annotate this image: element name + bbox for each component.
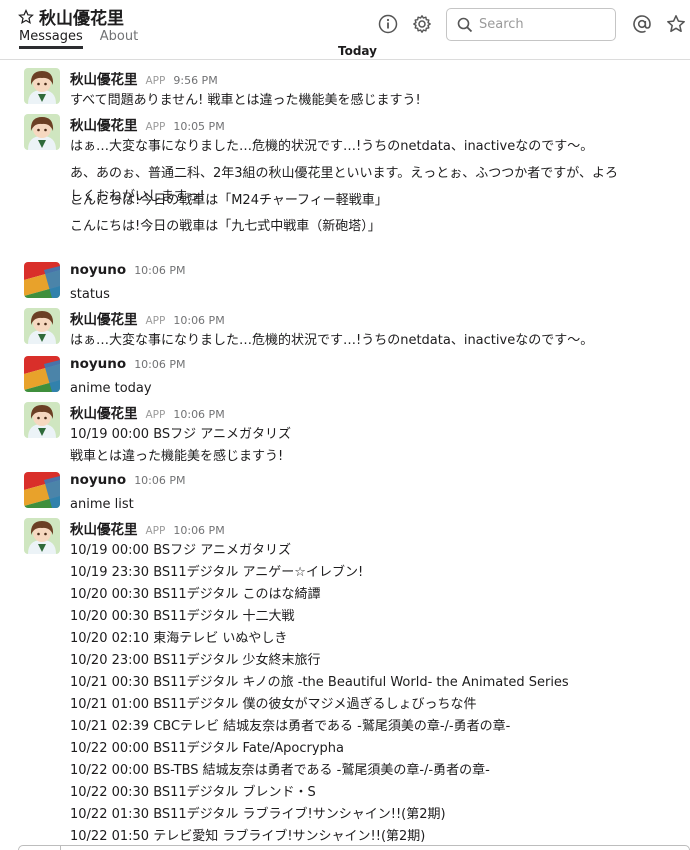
message-line: すべて問題ありません! 戦車とは違った機能美を感じますう! [70, 93, 421, 108]
message-line: status [70, 287, 110, 302]
title-row: 秋山優花里 [18, 4, 124, 29]
sender-name[interactable]: noyuno [70, 472, 126, 488]
avatar[interactable] [24, 356, 60, 392]
message-header: noyuno 10:06 PM [70, 356, 186, 372]
app-badge: APP [145, 409, 166, 421]
star-outline-icon[interactable] [666, 14, 686, 34]
timestamp[interactable]: 10:06 PM [173, 524, 224, 537]
avatar[interactable] [24, 308, 60, 344]
message-line: 10/20 23:00 BS11デジタル 少女終末旅行 [70, 653, 321, 668]
tab-bar: Messages About [19, 29, 155, 49]
message-body: anime list [70, 494, 134, 516]
timestamp[interactable]: 9:56 PM [173, 74, 217, 87]
avatar-image [24, 472, 60, 508]
message-line: 10/21 02:39 CBCテレビ 結城友奈は勇者である -鷲尾須美の章-/-… [70, 719, 511, 734]
sender-name[interactable]: 秋山優花里 [70, 402, 138, 422]
timestamp[interactable]: 10:06 PM [134, 358, 185, 371]
message-line: anime today [70, 381, 152, 396]
sender-name[interactable]: 秋山優花里 [70, 518, 138, 538]
message-line: はぁ…大変な事になりました…危機的状況です…!うちのnetdata、inacti… [70, 139, 594, 154]
sender-name[interactable]: noyuno [70, 356, 126, 372]
message-line: 10/22 01:30 BS11デジタル ラブライブ!サンシャイン!!(第2期) [70, 807, 446, 822]
message-line: 10/22 00:00 BS11デジタル Fate/Apocrypha [70, 741, 345, 756]
message-body: 10/19 00:00 BSフジ アニメガタリズ 10/19 23:30 BS1… [70, 540, 569, 848]
avatar-image [24, 356, 60, 392]
tab-about[interactable]: About [100, 29, 138, 49]
app-badge: APP [145, 525, 166, 537]
avatar[interactable] [24, 262, 60, 298]
avatar-image [24, 262, 60, 298]
message-line: 10/20 00:30 BS11デジタル このはな綺譚 [70, 587, 321, 602]
avatar-image [24, 114, 60, 150]
sender-name[interactable]: 秋山優花里 [70, 308, 138, 328]
message-line: 10/19 00:00 BSフジ アニメガタリズ [70, 427, 292, 442]
message-header: 秋山優花里 APP 9:56 PM [70, 68, 218, 88]
search-box[interactable] [446, 8, 616, 41]
message-line: 10/22 00:00 BS-TBS 結城友奈は勇者である -鷲尾須美の章-/-… [70, 763, 490, 778]
timestamp[interactable]: 10:06 PM [173, 314, 224, 327]
message-line: こんにちは!今日の戦車は「M24チャーフィー軽戦車」 [70, 193, 388, 208]
message-line: 10/19 23:30 BS11デジタル アニゲー☆イレブン! [70, 565, 364, 580]
composer-divider [60, 845, 61, 850]
message-header: 秋山優花里 APP 10:06 PM [70, 308, 225, 328]
timestamp[interactable]: 10:06 PM [134, 474, 185, 487]
message-line: 10/21 01:00 BS11デジタル 僕の彼女がマジメ過ぎるしょびっちな件 [70, 697, 477, 712]
message-line: 10/21 00:30 BS11デジタル キノの旅 -the Beautiful… [70, 675, 569, 690]
avatar[interactable] [24, 114, 60, 150]
message-line: 10/20 00:30 BS11デジタル 十二大戦 [70, 609, 295, 624]
message-line: こんにちは!今日の戦車は「九七式中戦車（新砲塔）」 [70, 219, 381, 234]
timestamp[interactable]: 10:05 PM [173, 120, 224, 133]
app-badge: APP [145, 121, 166, 133]
avatar[interactable] [24, 402, 60, 438]
message-line: あ、あのぉ、普通二科、2年3組の秋山優花里といいます。えっとぉ、ふつつか者ですが… [70, 166, 618, 204]
sender-name[interactable]: noyuno [70, 262, 126, 278]
at-mention-icon[interactable] [632, 14, 652, 34]
message-line: anime list [70, 497, 134, 512]
avatar[interactable] [24, 68, 60, 104]
message-body: すべて問題ありません! 戦車とは違った機能美を感じますう! [70, 90, 421, 112]
app-badge: APP [145, 315, 166, 327]
message-header: noyuno 10:06 PM [70, 472, 186, 488]
star-icon[interactable] [18, 8, 34, 25]
channel-title: 秋山優花里 [39, 9, 124, 29]
avatar[interactable] [24, 518, 60, 554]
message-header: 秋山優花里 APP 10:06 PM [70, 402, 225, 422]
message-body: status [70, 284, 110, 306]
sender-name[interactable]: 秋山優花里 [70, 68, 138, 88]
timestamp[interactable]: 10:06 PM [173, 408, 224, 421]
app-badge: APP [145, 75, 166, 87]
message-body: 10/19 00:00 BSフジ アニメガタリズ 戦車とは違った機能美を感じます… [70, 424, 291, 468]
avatar-image [24, 518, 60, 554]
tab-messages[interactable]: Messages [19, 29, 83, 49]
avatar[interactable] [24, 472, 60, 508]
avatar-image [24, 402, 60, 438]
search-icon [457, 17, 473, 32]
message-line: 10/20 02:10 東海テレビ いぬやしき [70, 631, 288, 646]
message-header: noyuno 10:06 PM [70, 262, 186, 278]
message-body: はぁ…大変な事になりました…危機的状況です…!うちのnetdata、inacti… [70, 136, 630, 240]
message-line: 10/19 00:00 BSフジ アニメガタリズ [70, 543, 292, 558]
message-line: はぁ…大変な事になりました…危機的状況です…!うちのnetdata、inacti… [70, 333, 594, 348]
message-line: 戦車とは違った機能美を感じますう! [70, 449, 284, 464]
avatar-image [24, 308, 60, 344]
message-composer[interactable] [18, 845, 690, 850]
avatar-image [24, 68, 60, 104]
message-body: はぁ…大変な事になりました…危機的状況です…!うちのnetdata、inacti… [70, 330, 593, 352]
message-body: anime today [70, 378, 152, 400]
info-icon[interactable] [378, 14, 398, 34]
gear-icon[interactable] [412, 14, 432, 34]
day-divider: Today [328, 44, 387, 58]
search-input[interactable] [479, 17, 599, 32]
message-header: 秋山優花里 APP 10:06 PM [70, 518, 225, 538]
timestamp[interactable]: 10:06 PM [134, 264, 185, 277]
message-line: 10/22 00:30 BS11デジタル ブレンド・S [70, 785, 316, 800]
message-header: 秋山優花里 APP 10:05 PM [70, 114, 225, 134]
sender-name[interactable]: 秋山優花里 [70, 114, 138, 134]
